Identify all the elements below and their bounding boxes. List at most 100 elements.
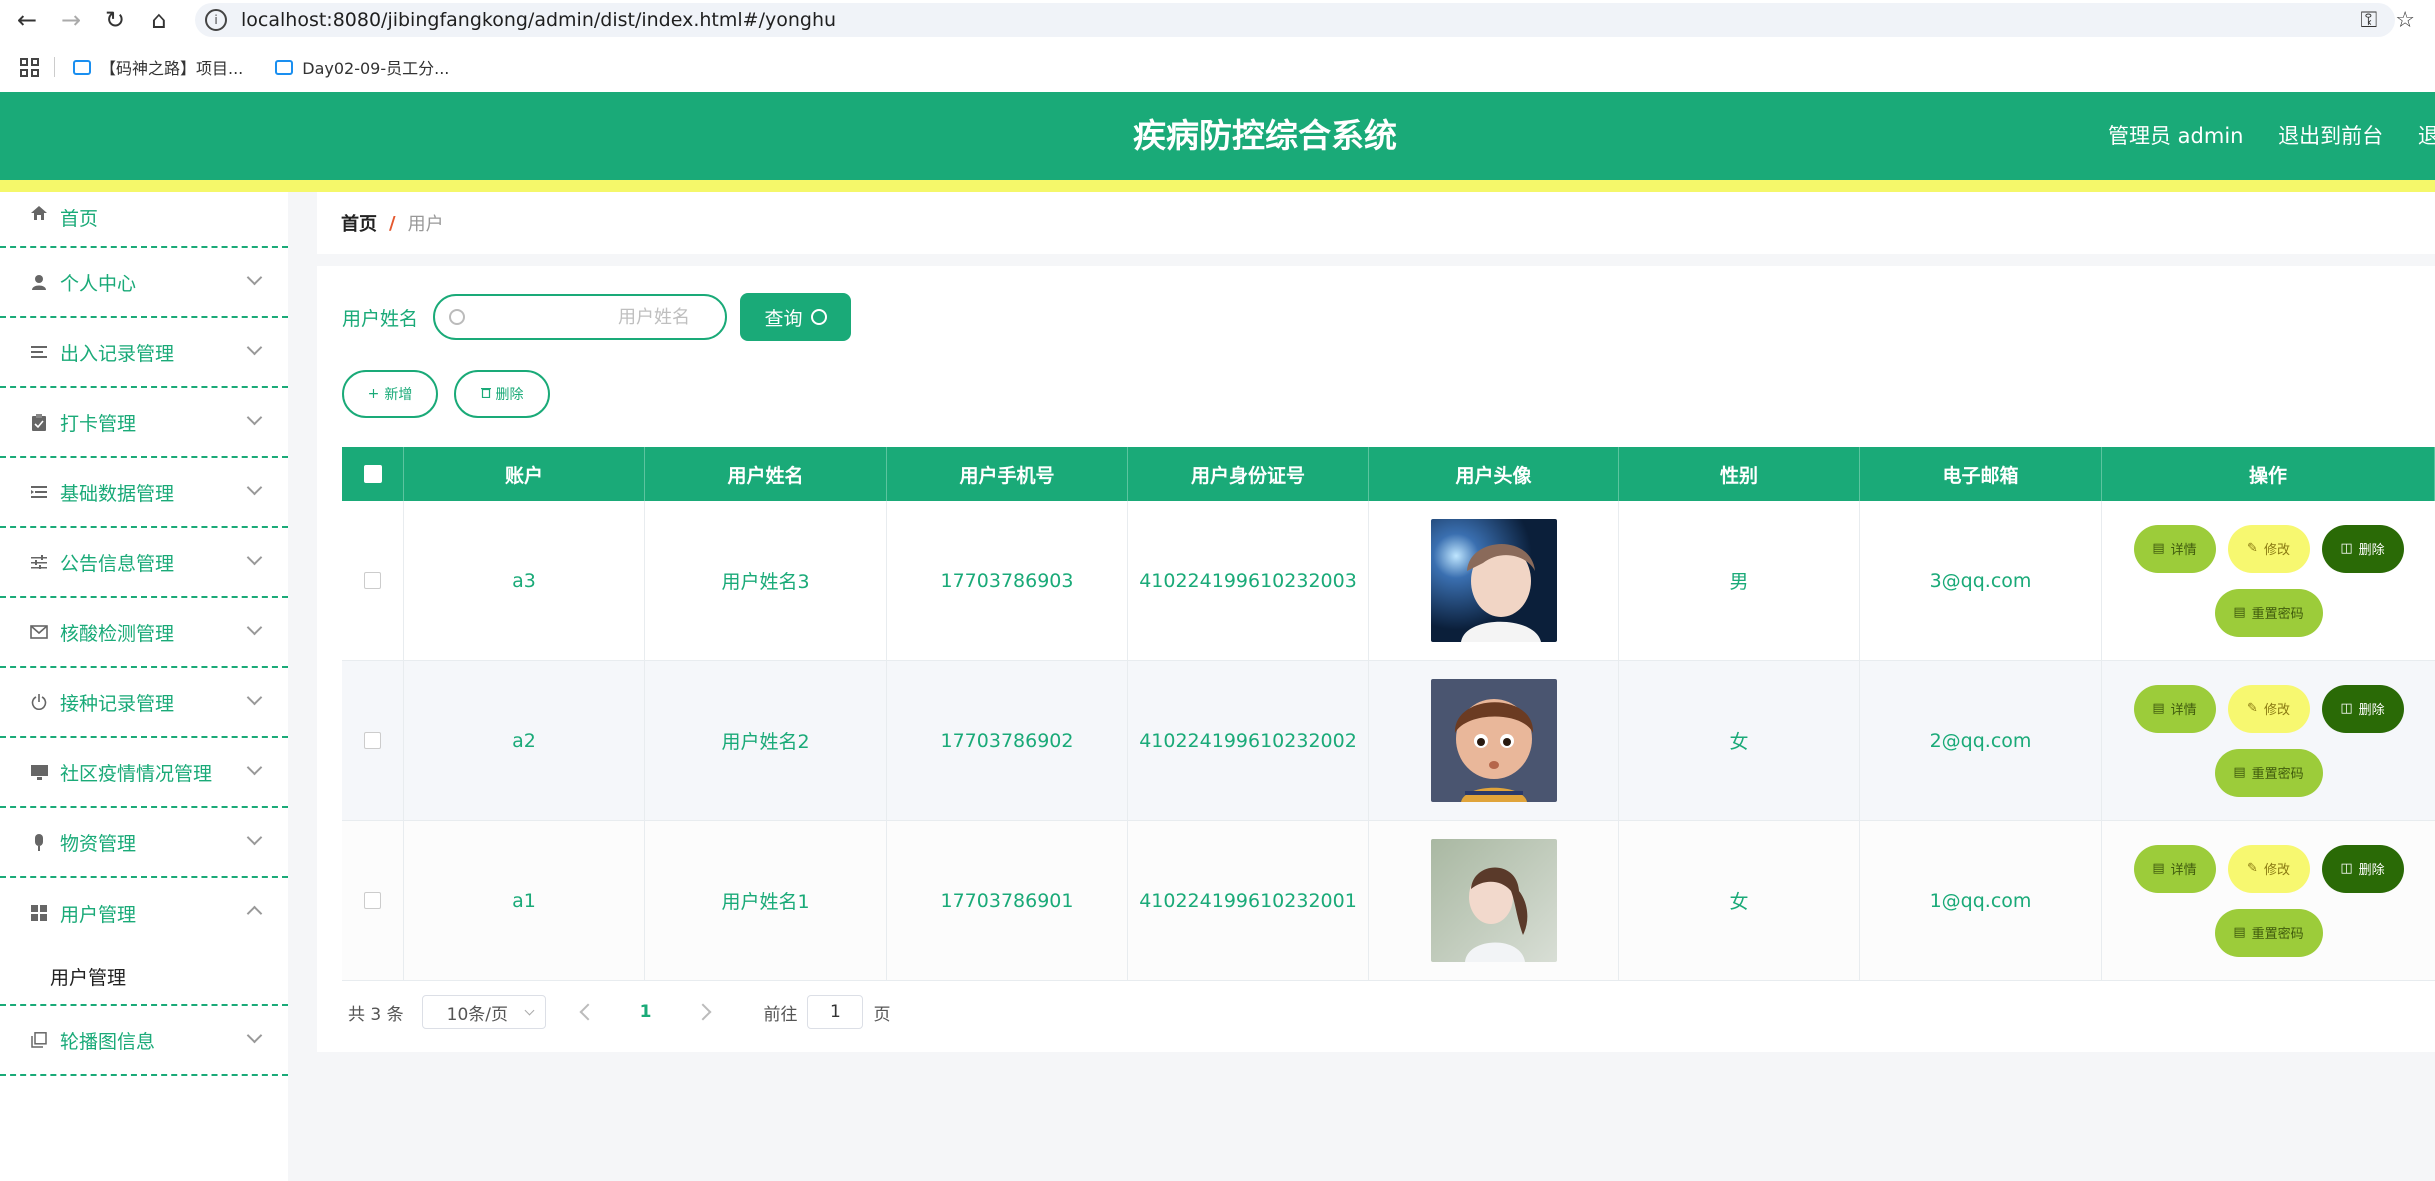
sidebar-item-label: 社区疫情情况管理 <box>60 762 213 785</box>
reset-password-button[interactable]: ▤ 重置密码 <box>2214 908 2323 957</box>
key-icon[interactable]: ⚿ <box>2361 8 2378 33</box>
operations-cell: ▤ 详情 ✎ 修改 ◫ 删除 ▤ 重置密码 <box>2102 821 2435 980</box>
sidebar-item-basic-data[interactable]: 基础数据管理 <box>0 458 288 528</box>
sidebar-item-access-records[interactable]: 出入记录管理 <box>0 318 288 388</box>
row-delete-button[interactable]: ◫ 删除 <box>2321 844 2404 893</box>
row-checkbox[interactable] <box>364 892 381 909</box>
edit-button[interactable]: ✎ 修改 <box>2227 844 2310 893</box>
address-bar[interactable]: i localhost:8080/jibingfangkong/admin/di… <box>195 3 2395 37</box>
goto-label: 前往 <box>763 1004 798 1025</box>
bookmark-item[interactable]: 【码神之路】项目... <box>73 55 243 79</box>
edit-button[interactable]: ✎ 修改 <box>2227 684 2310 733</box>
phone-cell: 17703786902 <box>887 661 1128 820</box>
detail-button[interactable]: ▤ 详情 <box>2133 524 2216 573</box>
sidebar-item-announcements[interactable]: 公告信息管理 <box>0 528 288 598</box>
forward-icon[interactable]: → <box>54 3 88 37</box>
breadcrumb-home[interactable]: 首页 <box>341 210 377 236</box>
breadcrumb-current: 用户 <box>407 214 444 235</box>
search-input[interactable] <box>435 305 726 329</box>
page-number[interactable]: 1 <box>640 1002 652 1022</box>
browser-chrome: ← → ↻ ⌂ i localhost:8080/jibingfangkong/… <box>0 0 2435 92</box>
home-page-icon[interactable]: ⌂ <box>142 3 176 37</box>
url-text: localhost:8080/jibingfangkong/admin/dist… <box>241 9 837 31</box>
column-header: 用户手机号 <box>887 447 1128 501</box>
avatar[interactable] <box>1430 519 1557 642</box>
query-button[interactable]: 查询 <box>740 293 852 341</box>
idcard-cell: 410224199610232001 <box>1128 821 1369 980</box>
reload-icon[interactable]: ↻ <box>98 3 132 37</box>
system-title: 疾病防控综合系统 <box>1133 116 1397 155</box>
header-accent-bar <box>0 180 2435 192</box>
page-size-select[interactable]: 10条/页 <box>421 995 546 1029</box>
site-info-icon[interactable]: i <box>205 9 227 31</box>
sidebar-item-label: 基础数据管理 <box>60 482 175 505</box>
row-select-cell <box>342 821 404 980</box>
back-icon[interactable]: ← <box>10 3 44 37</box>
avatar[interactable] <box>1430 839 1557 962</box>
sidebar-item-label: 用户管理 <box>60 903 137 926</box>
goto-page-input[interactable]: 1 <box>807 995 864 1029</box>
search-row: 用户姓名 查询 <box>342 292 852 342</box>
column-header: 用户身份证号 <box>1128 447 1369 501</box>
sidebar-item-nucleic-test[interactable]: 核酸检测管理 <box>0 598 288 668</box>
column-header: 用户头像 <box>1369 447 1619 501</box>
edit-button[interactable]: ✎ 修改 <box>2227 524 2310 573</box>
email-cell: 3@qq.com <box>1860 501 2102 660</box>
detail-button[interactable]: ▤ 详情 <box>2133 844 2216 893</box>
delete-button[interactable]: 删除 <box>454 370 550 418</box>
gender-cell: 女 <box>1619 821 1860 980</box>
avatar[interactable] <box>1430 679 1557 802</box>
pencil-icon: ✎ <box>2247 541 2258 556</box>
monitor-icon <box>30 763 48 781</box>
logout-link[interactable]: 退出 <box>2418 124 2435 148</box>
sidebar-item-checkin[interactable]: 打卡管理 <box>0 388 288 458</box>
row-checkbox[interactable] <box>364 732 381 749</box>
sidebar-item-community-epidemic[interactable]: 社区疫情情况管理 <box>0 738 288 808</box>
search-icon <box>449 309 466 325</box>
add-button[interactable]: + 新增 <box>342 370 438 418</box>
total-count: 共 3 条 <box>348 1004 404 1025</box>
sidebar-item-supplies[interactable]: 物资管理 <box>0 808 288 878</box>
document-icon: ▤ <box>2233 925 2246 940</box>
microphone-icon <box>30 833 48 851</box>
main-panel: 用户姓名 查询 + 新增 删除 账户 用户姓名 用户手机号 用户身份证号 <box>317 266 2435 1052</box>
sidebar-item-user-management[interactable]: 用户管理 <box>0 878 288 948</box>
pagination: 共 3 条 10条/页 1 前往 1 页 <box>348 994 890 1030</box>
chevron-up-icon <box>246 905 263 922</box>
sidebar-item-personal-center[interactable]: 个人中心 <box>0 248 288 318</box>
breadcrumb: 首页 / 用户 <box>317 192 2435 254</box>
trash-icon: ◫ <box>2340 701 2353 716</box>
row-checkbox[interactable] <box>364 572 381 589</box>
sidebar-item-carousel[interactable]: 轮播图信息 <box>0 1006 288 1076</box>
reset-password-button[interactable]: ▤ 重置密码 <box>2214 588 2323 637</box>
table-row: a2 用户姓名2 17703786902 410224199610232002 <box>342 661 2435 821</box>
star-icon[interactable]: ☆ <box>2395 8 2415 33</box>
chevron-down-icon <box>246 549 263 566</box>
prev-page-icon[interactable] <box>579 1003 597 1021</box>
reset-password-button[interactable]: ▤ 重置密码 <box>2214 748 2323 797</box>
sidebar-item-home[interactable]: 首页 <box>0 192 288 248</box>
delete-button-label: 删除 <box>495 387 524 403</box>
add-button-label: 新增 <box>384 387 413 403</box>
column-header: 电子邮箱 <box>1860 447 2102 501</box>
sidebar-item-label: 接种记录管理 <box>60 692 175 715</box>
idcard-cell: 410224199610232002 <box>1128 661 1369 820</box>
apps-icon[interactable] <box>20 58 39 77</box>
list-indent-icon <box>30 483 48 501</box>
detail-button-label: 详情 <box>2170 863 2197 878</box>
sidebar-subitem-user-management[interactable]: 用户管理 <box>0 948 288 1006</box>
document-icon: ▤ <box>2233 765 2246 780</box>
header-actions: 管理员 admin 退出到前台 退出 <box>2108 92 2435 180</box>
document-icon: ▤ <box>2152 861 2165 876</box>
row-delete-button[interactable]: ◫ 删除 <box>2321 524 2404 573</box>
row-delete-button[interactable]: ◫ 删除 <box>2321 684 2404 733</box>
bookmark-item[interactable]: Day02-09-员工分... <box>275 55 449 79</box>
next-page-icon[interactable] <box>694 1003 712 1021</box>
search-icon <box>810 309 827 325</box>
detail-button[interactable]: ▤ 详情 <box>2133 684 2216 733</box>
reset-password-label: 重置密码 <box>2251 927 2304 942</box>
sidebar-item-vaccination[interactable]: 接种记录管理 <box>0 668 288 738</box>
select-all-checkbox[interactable] <box>363 465 382 483</box>
back-to-front-link[interactable]: 退出到前台 <box>2278 124 2383 148</box>
sidebar-item-label: 核酸检测管理 <box>60 622 175 645</box>
